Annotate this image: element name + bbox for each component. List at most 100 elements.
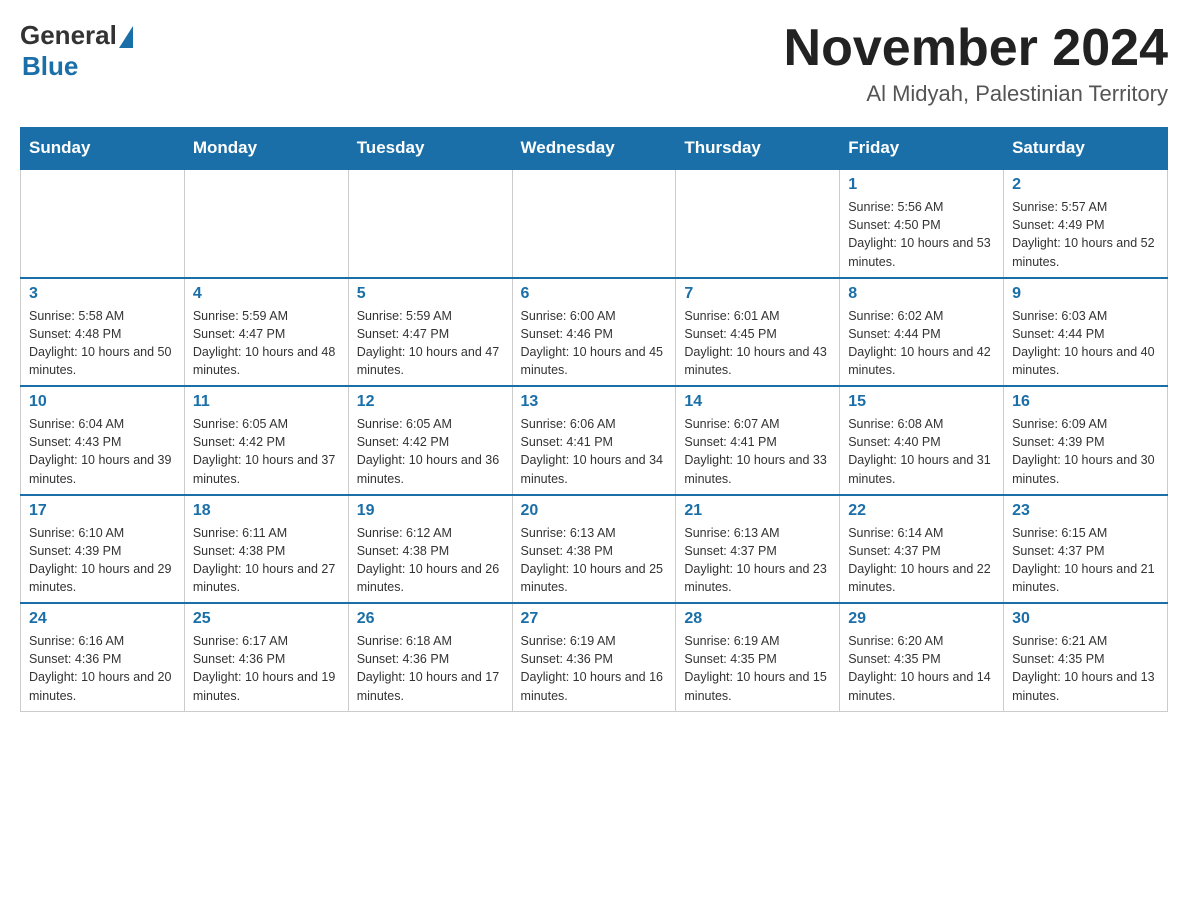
day-info: Sunrise: 6:02 AM Sunset: 4:44 PM Dayligh… xyxy=(848,307,995,380)
calendar-cell: 30 Sunrise: 6:21 AM Sunset: 4:35 PM Dayli… xyxy=(1004,603,1168,711)
day-info: Sunrise: 6:01 AM Sunset: 4:45 PM Dayligh… xyxy=(684,307,831,380)
week-row-5: 24 Sunrise: 6:16 AM Sunset: 4:36 PM Dayli… xyxy=(21,603,1168,711)
day-info: Sunrise: 5:58 AM Sunset: 4:48 PM Dayligh… xyxy=(29,307,176,380)
day-info: Sunrise: 5:59 AM Sunset: 4:47 PM Dayligh… xyxy=(193,307,340,380)
calendar-cell: 29Sunrise: 6:20 AM Sunset: 4:35 PM Dayli… xyxy=(840,603,1004,711)
day-number: 22 xyxy=(848,502,995,520)
calendar-header-monday: Monday xyxy=(184,128,348,170)
month-title: November 2024 xyxy=(784,20,1168,77)
calendar-header-sunday: Sunday xyxy=(21,128,185,170)
day-info: Sunrise: 5:57 AM Sunset: 4:49 PM Dayligh… xyxy=(1012,198,1159,271)
calendar-cell xyxy=(348,169,512,278)
day-info: Sunrise: 5:56 AM Sunset: 4:50 PM Dayligh… xyxy=(848,198,995,271)
day-number: 1 xyxy=(848,176,995,194)
calendar-cell: 1 Sunrise: 5:56 AM Sunset: 4:50 PM Daylig… xyxy=(840,169,1004,278)
day-info: Sunrise: 6:13 AM Sunset: 4:37 PM Dayligh… xyxy=(684,524,831,597)
calendar-cell: 20 Sunrise: 6:13 AM Sunset: 4:38 PM Dayli… xyxy=(512,495,676,604)
day-number: 15 xyxy=(848,393,995,411)
day-info: Sunrise: 6:19 AM Sunset: 4:35 PM Dayligh… xyxy=(684,632,831,705)
calendar-cell: 16Sunrise: 6:09 AM Sunset: 4:39 PM Dayli… xyxy=(1004,386,1168,495)
calendar-header-friday: Friday xyxy=(840,128,1004,170)
calendar-cell: 21Sunrise: 6:13 AM Sunset: 4:37 PM Dayli… xyxy=(676,495,840,604)
day-number: 11 xyxy=(193,393,340,411)
calendar-cell: 23 Sunrise: 6:15 AM Sunset: 4:37 PM Dayli… xyxy=(1004,495,1168,604)
day-number: 29 xyxy=(848,610,995,628)
day-number: 10 xyxy=(29,393,176,411)
calendar-cell: 22 Sunrise: 6:14 AM Sunset: 4:37 PM Dayli… xyxy=(840,495,1004,604)
day-info: Sunrise: 6:04 AM Sunset: 4:43 PM Dayligh… xyxy=(29,415,176,488)
day-number: 17 xyxy=(29,502,176,520)
calendar-cell xyxy=(184,169,348,278)
logo-top: General xyxy=(20,20,133,51)
calendar-cell: 25 Sunrise: 6:17 AM Sunset: 4:36 PM Dayli… xyxy=(184,603,348,711)
calendar-cell: 6 Sunrise: 6:00 AM Sunset: 4:46 PM Daylig… xyxy=(512,278,676,387)
day-number: 24 xyxy=(29,610,176,628)
day-info: Sunrise: 6:15 AM Sunset: 4:37 PM Dayligh… xyxy=(1012,524,1159,597)
calendar-cell: 28 Sunrise: 6:19 AM Sunset: 4:35 PM Dayli… xyxy=(676,603,840,711)
day-number: 28 xyxy=(684,610,831,628)
day-info: Sunrise: 6:14 AM Sunset: 4:37 PM Dayligh… xyxy=(848,524,995,597)
calendar-cell: 26 Sunrise: 6:18 AM Sunset: 4:36 PM Dayli… xyxy=(348,603,512,711)
day-info: Sunrise: 6:00 AM Sunset: 4:46 PM Dayligh… xyxy=(521,307,668,380)
calendar-cell: 7 Sunrise: 6:01 AM Sunset: 4:45 PM Daylig… xyxy=(676,278,840,387)
calendar-cell xyxy=(512,169,676,278)
calendar-header-saturday: Saturday xyxy=(1004,128,1168,170)
title-area: November 2024 Al Midyah, Palestinian Ter… xyxy=(784,20,1168,107)
day-info: Sunrise: 6:19 AM Sunset: 4:36 PM Dayligh… xyxy=(521,632,668,705)
day-info: Sunrise: 6:13 AM Sunset: 4:38 PM Dayligh… xyxy=(521,524,668,597)
calendar-cell: 19 Sunrise: 6:12 AM Sunset: 4:38 PM Dayli… xyxy=(348,495,512,604)
calendar-header-wednesday: Wednesday xyxy=(512,128,676,170)
day-number: 25 xyxy=(193,610,340,628)
day-info: Sunrise: 6:06 AM Sunset: 4:41 PM Dayligh… xyxy=(521,415,668,488)
logo-triangle-icon xyxy=(119,26,133,48)
logo: General Blue xyxy=(20,20,133,82)
day-number: 12 xyxy=(357,393,504,411)
calendar-header-tuesday: Tuesday xyxy=(348,128,512,170)
day-info: Sunrise: 6:16 AM Sunset: 4:36 PM Dayligh… xyxy=(29,632,176,705)
calendar-cell xyxy=(676,169,840,278)
day-number: 7 xyxy=(684,285,831,303)
day-number: 26 xyxy=(357,610,504,628)
day-info: Sunrise: 6:12 AM Sunset: 4:38 PM Dayligh… xyxy=(357,524,504,597)
calendar-header-thursday: Thursday xyxy=(676,128,840,170)
day-number: 18 xyxy=(193,502,340,520)
calendar-cell xyxy=(21,169,185,278)
day-info: Sunrise: 6:18 AM Sunset: 4:36 PM Dayligh… xyxy=(357,632,504,705)
day-info: Sunrise: 6:05 AM Sunset: 4:42 PM Dayligh… xyxy=(357,415,504,488)
calendar-table: SundayMondayTuesdayWednesdayThursdayFrid… xyxy=(20,127,1168,712)
day-number: 13 xyxy=(521,393,668,411)
calendar-cell: 15Sunrise: 6:08 AM Sunset: 4:40 PM Dayli… xyxy=(840,386,1004,495)
day-number: 30 xyxy=(1012,610,1159,628)
calendar-cell: 2 Sunrise: 5:57 AM Sunset: 4:49 PM Daylig… xyxy=(1004,169,1168,278)
logo-general-text: General xyxy=(20,20,117,51)
day-info: Sunrise: 6:11 AM Sunset: 4:38 PM Dayligh… xyxy=(193,524,340,597)
day-number: 5 xyxy=(357,285,504,303)
day-info: Sunrise: 5:59 AM Sunset: 4:47 PM Dayligh… xyxy=(357,307,504,380)
calendar-cell: 17 Sunrise: 6:10 AM Sunset: 4:39 PM Dayli… xyxy=(21,495,185,604)
day-number: 6 xyxy=(521,285,668,303)
day-number: 27 xyxy=(521,610,668,628)
week-row-2: 3Sunrise: 5:58 AM Sunset: 4:48 PM Daylig… xyxy=(21,278,1168,387)
calendar-cell: 27 Sunrise: 6:19 AM Sunset: 4:36 PM Dayli… xyxy=(512,603,676,711)
calendar-cell: 5 Sunrise: 5:59 AM Sunset: 4:47 PM Daylig… xyxy=(348,278,512,387)
day-number: 20 xyxy=(521,502,668,520)
day-number: 19 xyxy=(357,502,504,520)
calendar-cell: 4 Sunrise: 5:59 AM Sunset: 4:47 PM Daylig… xyxy=(184,278,348,387)
day-number: 23 xyxy=(1012,502,1159,520)
day-info: Sunrise: 6:09 AM Sunset: 4:39 PM Dayligh… xyxy=(1012,415,1159,488)
day-number: 2 xyxy=(1012,176,1159,194)
calendar-header-row: SundayMondayTuesdayWednesdayThursdayFrid… xyxy=(21,128,1168,170)
day-info: Sunrise: 6:05 AM Sunset: 4:42 PM Dayligh… xyxy=(193,415,340,488)
calendar-cell: 18 Sunrise: 6:11 AM Sunset: 4:38 PM Dayli… xyxy=(184,495,348,604)
day-info: Sunrise: 6:21 AM Sunset: 4:35 PM Dayligh… xyxy=(1012,632,1159,705)
day-number: 14 xyxy=(684,393,831,411)
day-info: Sunrise: 6:10 AM Sunset: 4:39 PM Dayligh… xyxy=(29,524,176,597)
day-info: Sunrise: 6:03 AM Sunset: 4:44 PM Dayligh… xyxy=(1012,307,1159,380)
calendar-cell: 14Sunrise: 6:07 AM Sunset: 4:41 PM Dayli… xyxy=(676,386,840,495)
calendar-cell: 9Sunrise: 6:03 AM Sunset: 4:44 PM Daylig… xyxy=(1004,278,1168,387)
calendar-cell: 8Sunrise: 6:02 AM Sunset: 4:44 PM Daylig… xyxy=(840,278,1004,387)
calendar-cell: 11 Sunrise: 6:05 AM Sunset: 4:42 PM Dayli… xyxy=(184,386,348,495)
day-number: 4 xyxy=(193,285,340,303)
day-info: Sunrise: 6:17 AM Sunset: 4:36 PM Dayligh… xyxy=(193,632,340,705)
location-title: Al Midyah, Palestinian Territory xyxy=(784,81,1168,107)
